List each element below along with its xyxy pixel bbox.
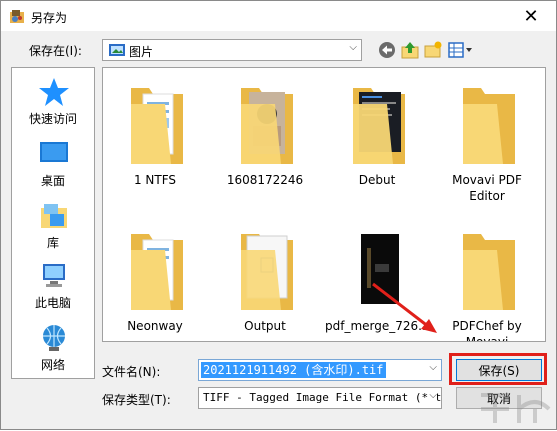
folder-item[interactable]: Neonway xyxy=(103,218,207,341)
folder-item[interactable]: PDFChef by Movavi xyxy=(435,218,539,342)
app-icon xyxy=(10,10,24,23)
place-label: 快速访问 xyxy=(28,112,77,126)
filetype-select[interactable]: TIFF - Tagged Image File Format (*.ti ⌵ xyxy=(198,387,442,409)
dialog-title: 另存为 xyxy=(31,11,68,25)
folder-item[interactable]: 1 NTFS xyxy=(103,72,207,200)
place-label: 网络 xyxy=(40,358,65,372)
close-icon: ✕ xyxy=(523,5,539,27)
view-menu-button[interactable] xyxy=(447,39,475,61)
save-button[interactable]: 保存(S) xyxy=(456,359,542,381)
lookin-value: 图片 xyxy=(129,45,154,59)
folder-icon xyxy=(463,88,515,164)
new-folder-button[interactable] xyxy=(422,39,444,61)
place-quick-access[interactable]: 快速访问 xyxy=(12,72,94,132)
back-arrow-icon xyxy=(379,42,395,58)
up-folder-icon xyxy=(401,42,419,59)
folder-item[interactable]: Debut xyxy=(325,72,429,200)
save-as-dialog: 另存为 ✕ 保存在(I): 图片 ⌵ 快速访问 桌面 库 此电脑 网络 1 NT… xyxy=(0,0,557,430)
item-name: Neonway xyxy=(127,319,183,333)
place-desktop[interactable]: 桌面 xyxy=(12,134,94,194)
file-list: 1 NTFS 1608172246 Debut Movavi PDF Edito… xyxy=(102,67,546,342)
library-icon xyxy=(41,204,67,228)
new-folder-icon xyxy=(424,41,442,58)
image-file-icon xyxy=(241,234,293,310)
computer-icon xyxy=(43,264,65,287)
folder-icon xyxy=(463,234,515,310)
title-bar: 另存为 ✕ xyxy=(1,1,556,31)
lookin-combobox[interactable]: 图片 ⌵ xyxy=(102,39,362,61)
network-icon xyxy=(43,325,65,351)
filename-input[interactable]: 2021121911492 (含水印).tif ⌵ xyxy=(198,359,442,381)
folder-photo-icon xyxy=(241,88,293,164)
folder-screen-icon xyxy=(353,88,405,164)
folder-item[interactable]: 1608172246 xyxy=(213,72,317,200)
folder-icon xyxy=(131,234,183,310)
filename-value: 2021121911492 (含水印).tif xyxy=(201,362,386,378)
place-label: 桌面 xyxy=(40,174,65,188)
place-this-pc[interactable]: 此电脑 xyxy=(12,256,94,316)
item-name: 1 NTFS xyxy=(133,173,177,187)
star-icon xyxy=(39,78,69,106)
folder-icon xyxy=(131,88,183,164)
watermark-logo xyxy=(481,393,551,423)
pictures-folder-icon xyxy=(109,44,125,56)
desktop-icon xyxy=(40,142,68,162)
file-item[interactable]: pdf_merge_726... xyxy=(325,218,430,341)
item-name: PDFChef by Movavi xyxy=(452,319,522,342)
folder-item[interactable]: Movavi PDF Editor xyxy=(435,72,539,203)
back-button[interactable] xyxy=(376,39,398,61)
place-library[interactable]: 库 xyxy=(12,196,94,256)
place-label: 此电脑 xyxy=(34,296,71,310)
filetype-label: 保存类型(T): xyxy=(102,393,171,407)
item-name: Output xyxy=(244,319,286,333)
place-network[interactable]: 网络 xyxy=(12,318,94,378)
chevron-down-icon: ⌵ xyxy=(429,362,437,373)
item-name: Movavi PDF Editor xyxy=(452,173,522,203)
filetype-value: TIFF - Tagged Image File Format (*.ti xyxy=(203,391,442,404)
chevron-down-icon: ⌵ xyxy=(349,42,357,53)
place-label: 库 xyxy=(46,236,59,250)
close-button[interactable]: ✕ xyxy=(508,1,554,31)
dark-image-file-icon xyxy=(361,234,399,304)
filename-label: 文件名(N): xyxy=(102,365,161,379)
item-name: Debut xyxy=(358,173,396,187)
view-menu-icon xyxy=(448,42,472,58)
file-item[interactable]: Output xyxy=(213,218,317,341)
item-name: 1608172246 xyxy=(226,173,304,187)
item-name: pdf_merge_726... xyxy=(325,319,430,333)
places-bar: 快速访问 桌面 库 此电脑 网络 xyxy=(11,67,95,379)
chevron-down-icon: ⌵ xyxy=(429,390,437,401)
lookin-label: 保存在(I): xyxy=(29,44,82,58)
up-folder-button[interactable] xyxy=(399,39,421,61)
save-label: 保存(S) xyxy=(478,363,520,378)
